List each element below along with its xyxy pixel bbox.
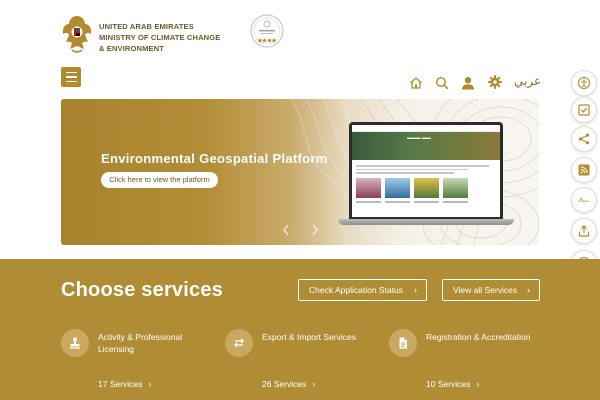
service-name: Export & Import Services — [262, 332, 357, 342]
share-button[interactable] — [571, 126, 597, 152]
service-name: Registration & Accreditation — [426, 332, 531, 342]
service-count-label: 10 Services — [426, 379, 471, 389]
accessibility-icon — [577, 76, 591, 90]
ministry-line-2: MINISTRY OF CLIMATE CHANGE — [99, 33, 221, 42]
document-icon — [399, 337, 407, 349]
user-icon[interactable] — [460, 75, 476, 91]
menu-bar — [65, 76, 77, 78]
view-platform-button[interactable]: Click here to view the platform — [101, 172, 218, 188]
search-icon[interactable] — [434, 75, 450, 91]
hamburger-menu-button[interactable] — [61, 67, 81, 87]
gear-icon[interactable] — [487, 74, 503, 90]
preview-header — [352, 125, 500, 132]
uae-emblem-logo[interactable] — [60, 12, 94, 56]
preview-hero-text: ▬▬▬ ▬▬ — [407, 135, 431, 140]
preview-caption — [443, 201, 468, 203]
language-switch-link[interactable]: عربي — [514, 74, 541, 88]
service-count[interactable]: 10 Services › — [426, 379, 479, 389]
upload-button[interactable] — [571, 218, 597, 244]
checklist-icon — [578, 104, 590, 116]
service-icon-circle — [225, 329, 253, 357]
home-icon[interactable] — [408, 75, 424, 91]
check-status-label: Check Application Status — [309, 285, 404, 295]
chevron-right-icon: › — [527, 285, 530, 295]
preview-hero-image: ▬▬▬ ▬▬ — [352, 132, 500, 160]
laptop-mockup-image: ▬▬▬ ▬▬ — [338, 122, 514, 228]
rss-button[interactable] — [571, 157, 597, 183]
chevron-right-icon: › — [476, 379, 480, 389]
service-count[interactable]: 26 Services › — [262, 379, 315, 389]
chevron-right-icon: › — [148, 379, 152, 389]
service-icon-circle — [389, 329, 417, 357]
preview-thumbnail — [356, 178, 381, 198]
service-count-label: 26 Services — [262, 379, 307, 389]
share-icon — [578, 133, 590, 145]
service-icon-circle — [61, 329, 89, 357]
services-heading: Choose services — [61, 279, 223, 301]
rss-icon — [578, 164, 590, 176]
hero-banner-slide[interactable]: Environmental Geospatial Platform Click … — [61, 99, 539, 245]
ministry-line-1: UNITED ARAB EMIRATES — [99, 22, 194, 31]
preview-caption — [414, 201, 439, 203]
ministry-line-3: & ENVIRONMENT — [99, 44, 165, 53]
platform-preview: ▬▬▬ ▬▬ — [352, 125, 500, 217]
signature-button[interactable] — [571, 187, 597, 213]
service-card-licensing[interactable]: Activity & Professional Licensing 17 Ser… — [61, 329, 221, 393]
preview-caption — [356, 201, 381, 203]
menu-bar — [65, 71, 77, 74]
view-all-label: View all Services — [453, 285, 518, 295]
service-count-label: 17 Services — [98, 379, 143, 389]
upload-icon — [578, 225, 590, 237]
menu-bar — [65, 80, 77, 83]
site-header: UNITED ARAB EMIRATES MINISTRY OF CLIMATE… — [0, 0, 600, 95]
service-name: Activity & Professional Licensing — [98, 332, 183, 354]
signature-icon — [578, 197, 590, 203]
service-count[interactable]: 17 Services › — [98, 379, 151, 389]
laptop-screen: ▬▬▬ ▬▬ — [349, 122, 503, 220]
service-card-registration[interactable]: Registration & Accreditation 10 Services… — [389, 329, 549, 393]
exchange-arrows-icon — [234, 338, 244, 348]
star-rating-badge-logo — [250, 14, 284, 48]
accessibility-button[interactable] — [571, 70, 597, 96]
banner-title: Environmental Geospatial Platform — [101, 151, 328, 166]
slider-prev-arrow-icon[interactable] — [281, 223, 291, 237]
stamp-icon — [70, 337, 80, 349]
preview-caption — [385, 201, 410, 203]
services-section: Choose services Check Application Status… — [0, 259, 600, 400]
ministry-name: UNITED ARAB EMIRATES MINISTRY OF CLIMATE… — [99, 21, 249, 54]
preview-thumbnail — [385, 178, 410, 198]
preview-text-lines — [356, 165, 496, 176]
chevron-right-icon: › — [312, 379, 316, 389]
laptop-base — [338, 219, 514, 225]
chevron-right-icon: › — [414, 285, 417, 295]
service-card-export-import[interactable]: Export & Import Services 26 Services › — [225, 329, 385, 393]
checklist-button[interactable] — [571, 97, 597, 123]
check-application-status-button[interactable]: Check Application Status › — [298, 279, 427, 301]
preview-thumbnail — [443, 178, 468, 198]
slider-next-arrow-icon[interactable] — [310, 223, 320, 237]
view-all-services-button[interactable]: View all Services › — [442, 279, 540, 301]
preview-thumbnail — [414, 178, 439, 198]
